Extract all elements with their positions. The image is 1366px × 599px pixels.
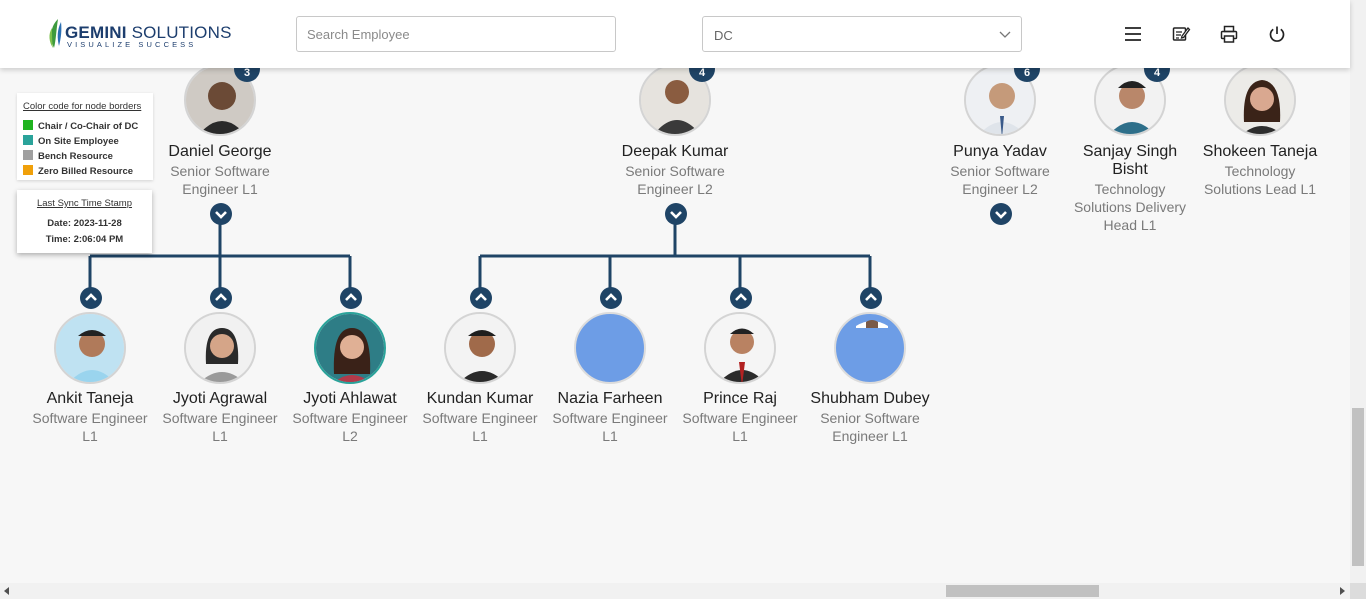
collapse-toggle-daniel-george[interactable] — [210, 203, 232, 225]
horizontal-scrollbar-thumb[interactable] — [946, 585, 1099, 597]
employee-name: Jyoti Ahlawat — [303, 390, 397, 407]
employee-name: Shokeen Taneja — [1202, 143, 1318, 160]
employee-name: Prince Raj — [703, 390, 777, 407]
employee-name: Sanjay Singh Bisht — [1082, 143, 1178, 178]
sync-time: Time: 2:06:04 PM — [45, 234, 124, 245]
legend-item-zero-billed: Zero Billed Resource — [23, 165, 133, 177]
node-border-color-legend: Color code for node borders Chair / Co-C… — [17, 93, 153, 180]
menu-icon[interactable] — [1123, 24, 1143, 44]
employee-name: Shubham Dubey — [810, 390, 930, 407]
department-select[interactable]: DC — [702, 16, 1022, 52]
vertical-scrollbar-thumb[interactable] — [1352, 408, 1364, 566]
collapse-up-toggle[interactable] — [600, 287, 622, 309]
employee-designation: Software Engineer L1 — [552, 410, 668, 444]
last-sync-timestamp: Last Sync Time Stamp Date: 2023-11-28 Ti… — [17, 190, 152, 253]
scroll-right-arrow-icon[interactable] — [1338, 587, 1346, 595]
scroll-left-arrow-icon[interactable] — [3, 587, 11, 595]
legend-title: Color code for node borders — [23, 101, 142, 112]
collapse-up-toggle[interactable] — [80, 287, 102, 309]
employee-name: Daniel George — [168, 143, 272, 160]
employee-designation: Software Engineer L1 — [682, 410, 798, 444]
employee-designation: Software Engineer L1 — [422, 410, 538, 444]
employee-designation: Technology Solutions Delivery Head L1 — [1073, 181, 1187, 233]
collapse-up-toggle[interactable] — [340, 287, 362, 309]
chevron-down-icon — [670, 211, 682, 219]
legend-item-onsite: On Site Employee — [23, 135, 119, 147]
vertical-scrollbar[interactable] — [1350, 0, 1366, 583]
avatar-placeholder — [834, 312, 906, 384]
chevron-up-icon — [735, 293, 747, 301]
sync-title: Last Sync Time Stamp — [36, 198, 133, 209]
avatar — [1224, 64, 1296, 136]
chevron-up-icon — [475, 293, 487, 301]
legend-swatch — [23, 135, 33, 145]
avatar — [704, 312, 776, 384]
chevron-down-icon — [215, 211, 227, 219]
expand-toggle-punya-yadav[interactable] — [990, 203, 1012, 225]
chevron-up-icon — [865, 293, 877, 301]
avatar — [54, 312, 126, 384]
employee-name: Jyoti Agrawal — [172, 390, 268, 407]
gemini-solutions-logo[interactable]: GEMINI SOLUTIONS VISUALIZE SUCCESS — [46, 18, 231, 52]
chevron-up-icon — [605, 293, 617, 301]
search-employee-input[interactable] — [296, 16, 616, 52]
employee-name: Ankit Taneja — [46, 390, 134, 407]
avatar — [184, 312, 256, 384]
avatar-placeholder — [574, 312, 646, 384]
employee-designation: Technology Solutions Lead L1 — [1203, 163, 1317, 197]
chevron-down-icon — [999, 31, 1011, 38]
employee-designation: Senior Software Engineer L1 — [820, 410, 920, 444]
print-icon[interactable] — [1219, 24, 1239, 44]
edit-note-icon[interactable] — [1171, 24, 1191, 44]
chevron-up-icon — [85, 293, 97, 301]
collapse-up-toggle[interactable] — [730, 287, 752, 309]
legend-item-bench: Bench Resource — [23, 150, 113, 162]
collapse-up-toggle[interactable] — [210, 287, 232, 309]
employee-designation: Software Engineer L1 — [32, 410, 148, 444]
collapse-up-toggle[interactable] — [470, 287, 492, 309]
power-icon[interactable] — [1267, 24, 1287, 44]
legend-item-chair: Chair / Co-Chair of DC — [23, 120, 138, 132]
employee-name: Punya Yadav — [953, 143, 1047, 160]
chevron-down-icon — [995, 211, 1007, 219]
legend-swatch — [23, 120, 33, 130]
employee-designation: Senior Software Engineer L1 — [170, 163, 270, 197]
employee-designation: Senior Software Engineer L2 — [625, 163, 725, 197]
employee-name: Nazia Farheen — [557, 390, 663, 407]
employee-designation: Software Engineer L1 — [162, 410, 278, 444]
legend-swatch — [23, 165, 33, 175]
collapse-toggle-deepak-kumar[interactable] — [665, 203, 687, 225]
avatar — [314, 312, 386, 384]
chevron-up-icon — [345, 293, 357, 301]
top-bar: GEMINI SOLUTIONS VISUALIZE SUCCESS DC — [0, 0, 1350, 68]
logo-tagline: VISUALIZE SUCCESS — [67, 40, 197, 49]
sync-date: Date: 2023-11-28 — [47, 218, 122, 229]
employee-name: Deepak Kumar — [621, 143, 729, 160]
employee-designation: Senior Software Engineer L2 — [950, 163, 1050, 197]
employee-name: Kundan Kumar — [426, 390, 534, 407]
employee-designation: Software Engineer L2 — [292, 410, 408, 444]
legend-swatch — [23, 150, 33, 160]
avatar — [444, 312, 516, 384]
chevron-up-icon — [215, 293, 227, 301]
scrollbar-corner — [1350, 583, 1366, 599]
horizontal-scrollbar[interactable] — [0, 583, 1350, 599]
collapse-up-toggle[interactable] — [860, 287, 882, 309]
department-select-value: DC — [714, 28, 733, 43]
